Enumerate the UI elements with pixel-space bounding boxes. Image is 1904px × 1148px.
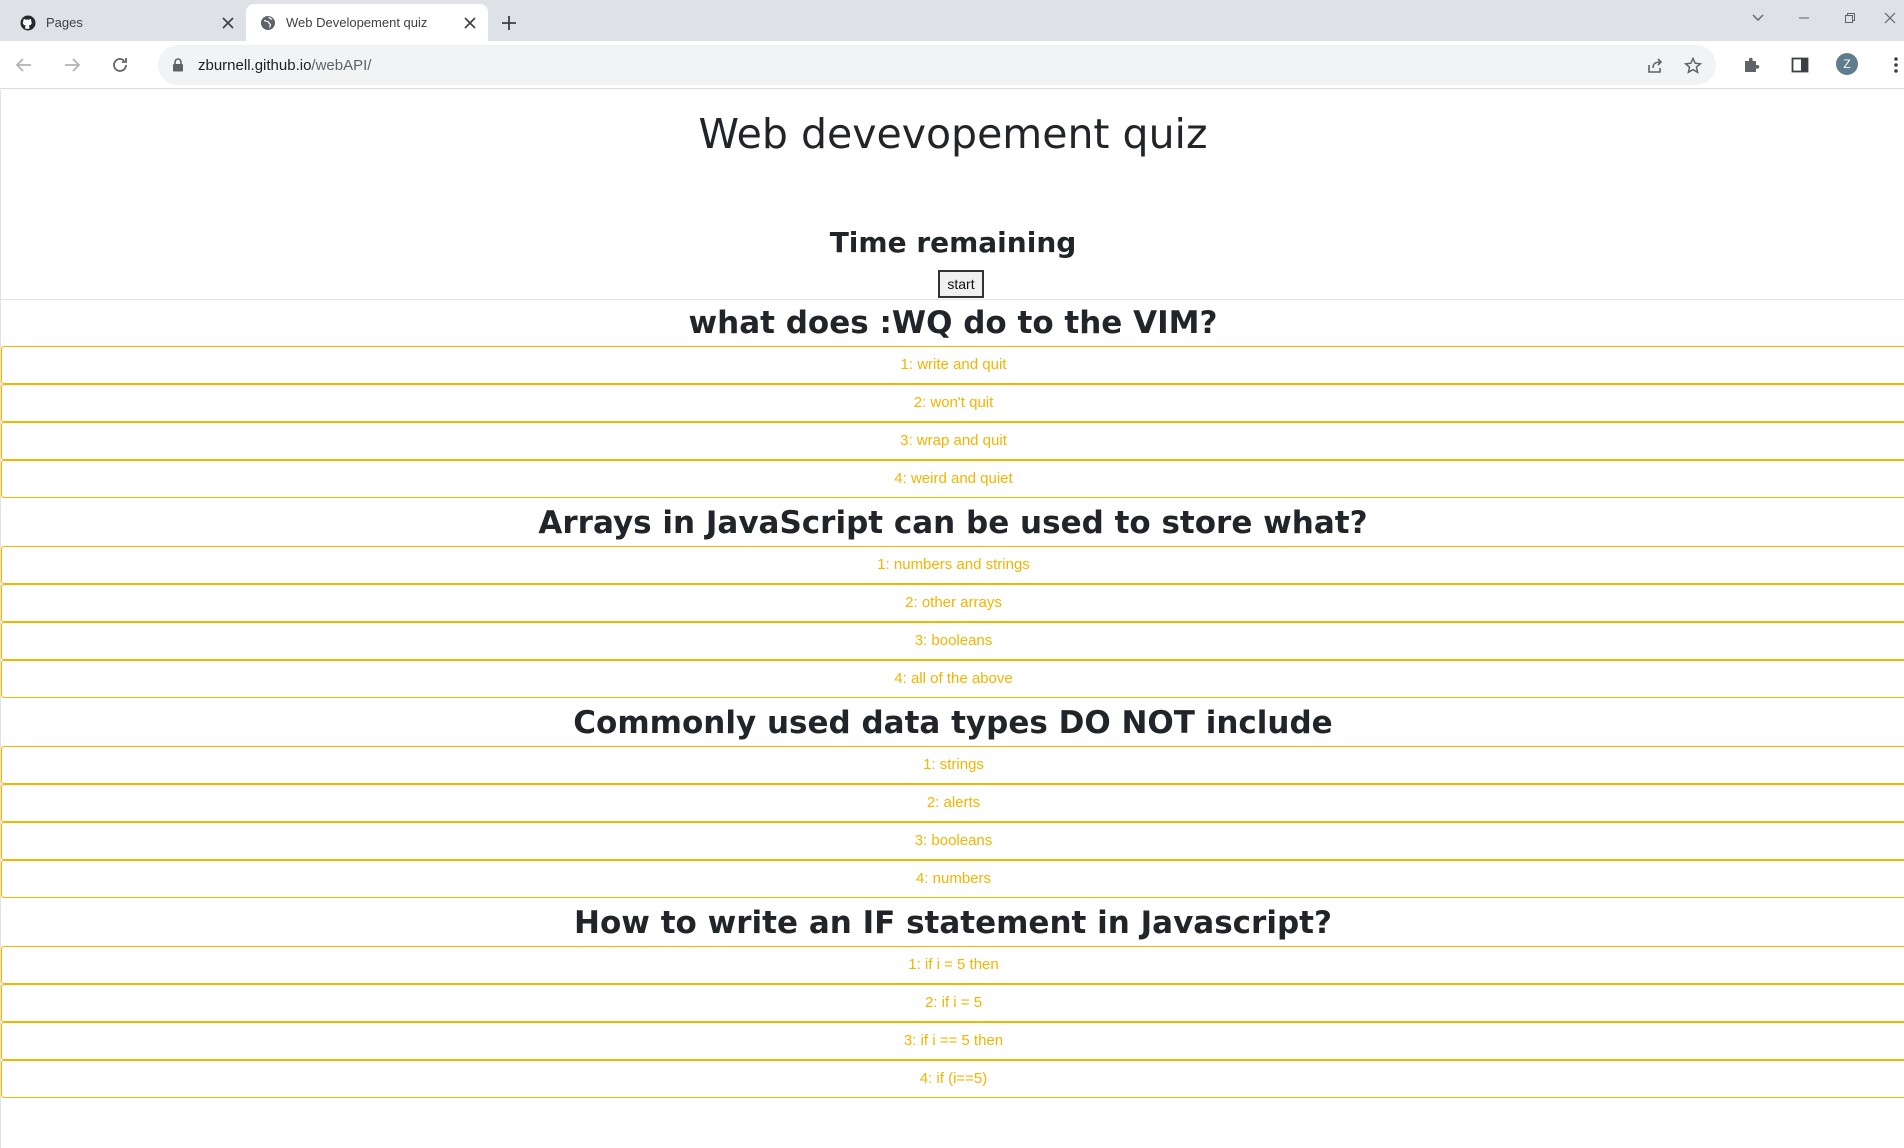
share-icon[interactable] <box>1644 55 1666 77</box>
reload-button[interactable] <box>106 51 134 79</box>
chrome-menu-button[interactable] <box>1882 51 1904 79</box>
tab-pages[interactable]: Pages <box>0 4 246 41</box>
answer-option[interactable]: 3: wrap and quit <box>1 422 1904 460</box>
profile-avatar[interactable]: Z <box>1836 53 1858 75</box>
answer-option[interactable]: 2: if i = 5 <box>1 984 1904 1022</box>
close-icon[interactable] <box>460 13 480 33</box>
tab-title: Web Developement quiz <box>286 15 428 30</box>
lock-icon[interactable] <box>172 57 188 73</box>
answer-option[interactable]: 4: if (i==5) <box>1 1060 1904 1098</box>
answer-option[interactable]: 4: weird and quiet <box>1 460 1904 498</box>
timer-label: Time remaining <box>829 226 1077 259</box>
reload-icon <box>113 58 127 72</box>
close-icon[interactable] <box>218 13 238 33</box>
restore-button[interactable] <box>1836 6 1864 30</box>
chevron-down-icon <box>1752 14 1764 21</box>
answer-option[interactable]: 1: strings <box>1 746 1904 784</box>
answer-option[interactable]: 2: alerts <box>1 784 1904 822</box>
more-vertical-icon <box>1894 57 1898 73</box>
address-bar[interactable]: zburnell.github.io/webAPI/ <box>158 45 1716 85</box>
browser-toolbar: zburnell.github.io/webAPI/ <box>0 41 1904 89</box>
close-icon <box>1884 12 1896 24</box>
answer-option[interactable]: 1: write and quit <box>1 346 1904 384</box>
back-button[interactable] <box>10 51 38 79</box>
github-icon <box>20 15 36 31</box>
tab-strip: Pages Web Developement quiz <box>0 0 1904 41</box>
answer-option[interactable]: 4: all of the above <box>1 660 1904 698</box>
answer-option[interactable]: 2: won't quit <box>1 384 1904 422</box>
new-tab-button[interactable] <box>496 10 522 36</box>
page-viewport: Web devevopement quiz Time remaining sta… <box>0 90 1904 1148</box>
page-title: Web devevopement quiz <box>698 110 1208 158</box>
question-title: Arrays in JavaScript can be used to stor… <box>538 505 1368 541</box>
answer-option[interactable]: 2: other arrays <box>1 584 1904 622</box>
tab-title: Pages <box>46 15 83 30</box>
forward-button[interactable] <box>58 51 86 79</box>
start-button[interactable]: start <box>938 270 984 298</box>
answer-option[interactable]: 3: booleans <box>1 622 1904 660</box>
minimize-icon <box>1799 17 1809 19</box>
back-arrow-icon <box>15 58 31 72</box>
url-path: /webAPI/ <box>311 56 372 74</box>
close-window-button[interactable] <box>1876 6 1904 30</box>
plus-icon <box>502 16 516 30</box>
question-card: Commonly used data types DO NOT include … <box>1 700 1904 898</box>
question-title: How to write an IF statement in Javascri… <box>574 905 1332 941</box>
answer-option[interactable]: 3: if i == 5 then <box>1 1022 1904 1060</box>
answer-option[interactable]: 3: booleans <box>1 822 1904 860</box>
tab-search-button[interactable] <box>1744 6 1772 30</box>
question-title: what does :WQ do to the VIM? <box>688 305 1218 341</box>
minimize-button[interactable] <box>1790 6 1818 30</box>
question-card: Arrays in JavaScript can be used to stor… <box>1 500 1904 698</box>
side-panel-button[interactable] <box>1786 51 1814 79</box>
url-host: zburnell.github.io <box>198 56 312 74</box>
question-card: How to write an IF statement in Javascri… <box>1 900 1904 1098</box>
answer-option[interactable]: 1: if i = 5 then <box>1 946 1904 984</box>
bookmark-star-icon[interactable] <box>1682 55 1704 77</box>
forward-arrow-icon <box>65 58 81 72</box>
extensions-button[interactable] <box>1738 51 1766 79</box>
tab-web-developement-quiz[interactable]: Web Developement quiz <box>246 4 488 41</box>
side-panel-icon <box>1791 57 1809 73</box>
question-card: what does :WQ do to the VIM? 1: write an… <box>1 300 1904 498</box>
question-title: Commonly used data types DO NOT include <box>573 705 1333 741</box>
answer-option[interactable]: 1: numbers and strings <box>1 546 1904 584</box>
restore-icon <box>1845 13 1855 23</box>
puzzle-icon <box>1745 57 1760 72</box>
answer-option[interactable]: 4: numbers <box>1 860 1904 898</box>
globe-icon <box>260 15 276 31</box>
